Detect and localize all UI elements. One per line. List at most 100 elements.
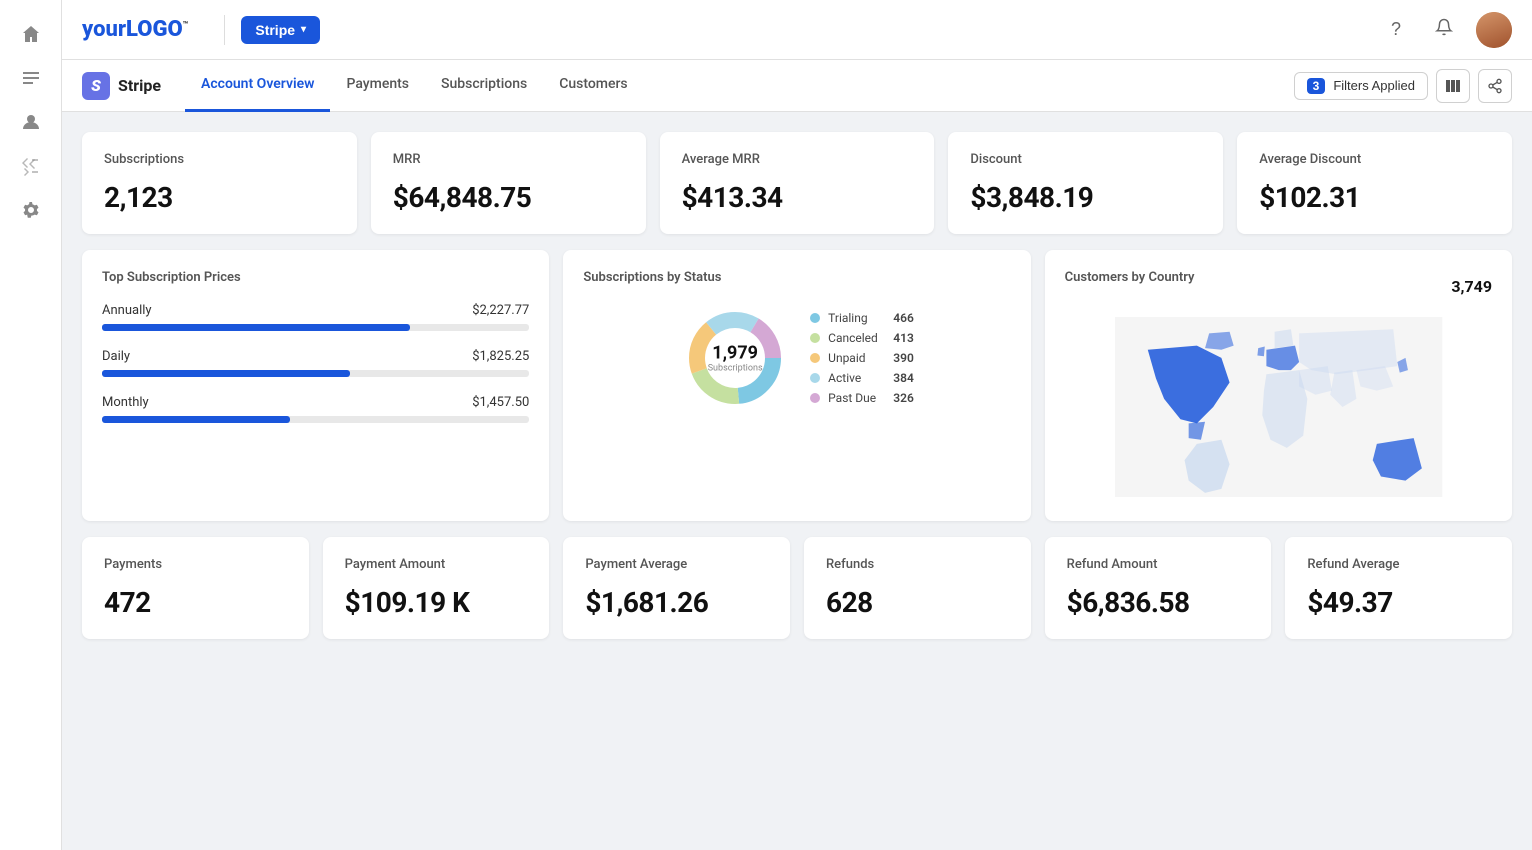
topbar-right: ? [1380, 12, 1512, 48]
metric-payment-average-label: Payment Average [585, 557, 768, 572]
bar-daily-label: Daily [102, 349, 130, 364]
tab-customers[interactable]: Customers [543, 60, 643, 112]
stripe-s-logo: S [82, 72, 110, 100]
filters-button[interactable]: 3 Filters Applied [1294, 72, 1428, 100]
customers-by-country-title: Customers by Country [1065, 270, 1195, 285]
metric-payment-average-value: $1,681.26 [585, 586, 768, 619]
metric-avg-discount-value: $102.31 [1259, 181, 1490, 214]
metric-avg-mrr-value: $413.34 [682, 181, 913, 214]
metric-discount: Discount $3,848.19 [948, 132, 1223, 234]
metric-mrr: MRR $64,848.75 [371, 132, 646, 234]
greenland [1205, 332, 1234, 350]
logo-text-normal: your [82, 17, 126, 42]
sidebar-customers-icon[interactable] [0, 100, 61, 144]
metric-subscriptions-label: Subscriptions [104, 152, 335, 167]
metric-payments: Payments 472 [82, 537, 309, 639]
columns-icon-button[interactable] [1436, 69, 1470, 103]
stripe-dropdown-button[interactable]: Stripe ▾ [241, 16, 320, 44]
top-subscription-prices-title: Top Subscription Prices [102, 270, 529, 285]
legend-canceled: Canceled 413 [810, 331, 914, 345]
bar-annually-label: Annually [102, 303, 152, 318]
help-icon: ? [1391, 19, 1401, 40]
sidebar [0, 0, 62, 850]
share-icon-button[interactable] [1478, 69, 1512, 103]
bar-monthly-track [102, 416, 529, 423]
logo-tm: ™ [183, 21, 189, 31]
bar-daily-track [102, 370, 529, 377]
metric-subscriptions: Subscriptions 2,123 [82, 132, 357, 234]
tab-account-overview[interactable]: Account Overview [185, 60, 330, 112]
tab-subscriptions[interactable]: Subscriptions [425, 60, 543, 112]
legend-unpaid-dot [810, 353, 820, 363]
metric-payments-label: Payments [104, 557, 287, 572]
notifications-button[interactable] [1428, 14, 1460, 46]
main-content: yourLOGO™ Stripe ▾ ? S Stripe [62, 0, 1532, 850]
metric-avg-mrr-label: Average MRR [682, 152, 913, 167]
sidebar-reports-icon[interactable] [0, 56, 61, 100]
metric-subscriptions-value: 2,123 [104, 181, 335, 214]
donut-legend: Trialing 466 Canceled 413 Unpaid 390 [810, 311, 914, 405]
stripe-button-label: Stripe [255, 22, 295, 38]
metric-mrr-value: $64,848.75 [393, 181, 624, 214]
bar-monthly: Monthly $1,457.50 [102, 395, 529, 423]
middle-row: Top Subscription Prices Annually $2,227.… [82, 250, 1512, 521]
stripe-brand-name: Stripe [118, 76, 161, 95]
metric-refund-amount-label: Refund Amount [1067, 557, 1250, 572]
metric-refund-amount: Refund Amount $6,836.58 [1045, 537, 1272, 639]
navtabs-right: 3 Filters Applied [1294, 69, 1512, 103]
metric-refund-average-value: $49.37 [1307, 586, 1490, 619]
sidebar-home-icon[interactable] [0, 12, 61, 56]
bell-icon [1435, 18, 1453, 41]
logo-text: yourLOGO™ [82, 17, 188, 42]
sidebar-settings-icon[interactable] [0, 188, 61, 232]
bar-annually-track [102, 324, 529, 331]
legend-past-due-count: 326 [886, 391, 914, 405]
metric-refund-average-label: Refund Average [1307, 557, 1490, 572]
legend-trialing-label: Trialing [828, 311, 867, 325]
app-logo: yourLOGO™ [82, 17, 188, 42]
legend-canceled-label: Canceled [828, 331, 878, 345]
metric-payment-amount-value: $109.19 K [345, 586, 528, 619]
subscriptions-by-status-title: Subscriptions by Status [583, 270, 1010, 285]
donut-center-number: 1,979 [708, 343, 763, 364]
bar-monthly-fill [102, 416, 290, 423]
metric-payment-amount-label: Payment Amount [345, 557, 528, 572]
europe [1266, 346, 1299, 371]
legend-active-count: 384 [886, 371, 914, 385]
metric-discount-value: $3,848.19 [970, 181, 1201, 214]
stripe-brand: S Stripe [82, 72, 161, 100]
metric-payment-average: Payment Average $1,681.26 [563, 537, 790, 639]
legend-unpaid-label: Unpaid [828, 351, 865, 365]
metric-discount-label: Discount [970, 152, 1201, 167]
legend-active-dot [810, 373, 820, 383]
sidebar-integrations-icon[interactable] [0, 144, 61, 188]
legend-past-due-dot [810, 393, 820, 403]
bar-daily: Daily $1,825.25 [102, 349, 529, 377]
metric-avg-discount: Average Discount $102.31 [1237, 132, 1512, 234]
legend-trialing-dot [810, 313, 820, 323]
customers-by-country-card: Customers by Country 3,749 [1045, 250, 1512, 521]
metric-refunds: Refunds 628 [804, 537, 1031, 639]
legend-trialing: Trialing 466 [810, 311, 914, 325]
avatar-image [1476, 12, 1512, 48]
bottom-row: Payments 472 Payment Amount $109.19 K Pa… [82, 537, 1512, 639]
scandinavia [1274, 329, 1293, 348]
bar-annually-fill [102, 324, 410, 331]
donut-chart: 1,979 Subscriptions [680, 303, 790, 413]
help-button[interactable]: ? [1380, 14, 1412, 46]
legend-active-label: Active [828, 371, 861, 385]
topbar-divider [224, 15, 225, 45]
avatar[interactable] [1476, 12, 1512, 48]
dashboard: Subscriptions 2,123 MRR $64,848.75 Avera… [62, 112, 1532, 850]
legend-unpaid: Unpaid 390 [810, 351, 914, 365]
bar-monthly-label: Monthly [102, 395, 149, 410]
nav-tabs: S Stripe Account Overview Payments Subsc… [62, 60, 1532, 112]
metric-avg-discount-label: Average Discount [1259, 152, 1490, 167]
logo-text-bold: LOGO [126, 17, 183, 42]
metric-payment-amount: Payment Amount $109.19 K [323, 537, 550, 639]
top-subscription-prices-card: Top Subscription Prices Annually $2,227.… [82, 250, 549, 521]
tab-payments[interactable]: Payments [330, 60, 425, 112]
legend-active: Active 384 [810, 371, 914, 385]
subscriptions-by-status-card: Subscriptions by Status [563, 250, 1030, 521]
donut-center-label: Subscriptions [708, 364, 763, 374]
